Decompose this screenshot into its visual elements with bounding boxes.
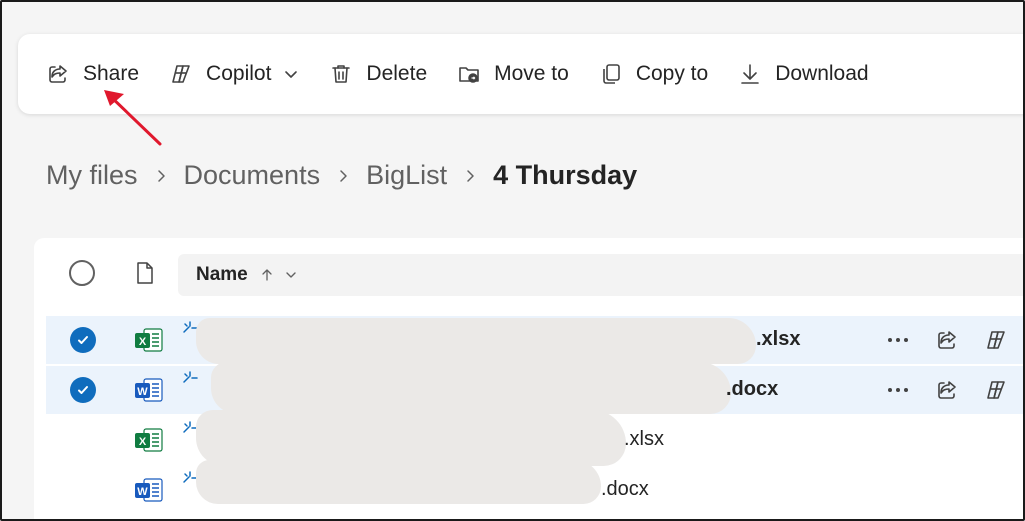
redacted-region (196, 460, 601, 504)
svg-text:W: W (137, 386, 148, 398)
excel-file-icon: X (134, 426, 164, 454)
row-actions (884, 326, 1023, 354)
folder-move-icon (457, 62, 481, 86)
share-icon[interactable] (933, 326, 961, 354)
share-icon (46, 62, 70, 86)
copilot-label: Copilot (206, 62, 272, 85)
row-checkbox[interactable] (70, 327, 96, 353)
chevron-right-icon (154, 169, 168, 183)
copilot-icon (169, 62, 193, 86)
checkmark-icon (78, 336, 88, 344)
redacted-region (196, 410, 626, 466)
list-header: Name (34, 238, 1023, 310)
row-actions (884, 376, 1023, 404)
redacted-region (196, 318, 756, 364)
copy-to-button[interactable]: Copy to (599, 54, 708, 94)
app-window: Share Copilot Delete Move to Copy to Dow… (0, 0, 1025, 521)
more-options-icon[interactable] (884, 326, 912, 354)
copilot-icon[interactable] (982, 376, 1010, 404)
download-label: Download (775, 62, 869, 85)
redacted-region (211, 362, 731, 414)
breadcrumb-documents[interactable]: Documents (184, 160, 321, 191)
download-button[interactable]: Download (738, 54, 869, 94)
sort-ascending-icon (260, 268, 274, 282)
move-to-label: Move to (494, 62, 569, 85)
checkmark-icon (78, 386, 88, 394)
trash-icon (329, 62, 353, 86)
list-item[interactable]: W .docx (46, 460, 1023, 514)
copilot-button[interactable]: Copilot (169, 54, 299, 94)
name-column-header[interactable]: Name (178, 254, 1023, 296)
file-name[interactable]: .xlsx (624, 428, 664, 451)
copy-icon (599, 62, 623, 86)
breadcrumb-current-folder: 4 Thursday (493, 160, 638, 190)
more-options-icon[interactable] (884, 376, 912, 404)
file-list: Name X .xlsx W .docx X .xlsx W .docx (34, 238, 1023, 519)
svg-text:X: X (139, 336, 147, 348)
list-item[interactable]: X .xlsx (46, 410, 1023, 466)
share-icon[interactable] (933, 376, 961, 404)
file-name[interactable]: .docx (601, 478, 649, 501)
breadcrumb: My files Documents BigList 4 Thursday (46, 160, 637, 191)
name-column-label: Name (196, 264, 248, 285)
share-label: Share (83, 62, 140, 85)
delete-label: Delete (366, 62, 428, 85)
word-file-icon: W (134, 376, 164, 404)
chevron-down-icon (283, 66, 299, 82)
list-item[interactable]: W .docx (46, 362, 1023, 414)
file-name[interactable]: .xlsx (756, 328, 800, 351)
command-bar: Share Copilot Delete Move to Copy to Dow… (18, 34, 1023, 114)
new-file-sparkle-icon (182, 370, 198, 386)
chevron-down-icon (284, 268, 298, 282)
file-name[interactable]: .docx (726, 378, 778, 401)
svg-text:W: W (137, 486, 148, 498)
delete-button[interactable]: Delete (329, 54, 427, 94)
row-checkbox[interactable] (70, 377, 96, 403)
download-icon (738, 62, 762, 86)
excel-file-icon: X (134, 326, 164, 354)
svg-text:X: X (139, 436, 147, 448)
select-all-checkbox[interactable] (69, 260, 95, 286)
copilot-icon[interactable] (982, 326, 1010, 354)
copy-to-label: Copy to (635, 62, 709, 85)
breadcrumb-biglist[interactable]: BigList (366, 160, 447, 191)
chevron-right-icon (463, 169, 477, 183)
chevron-right-icon (336, 169, 350, 183)
breadcrumb-my-files[interactable]: My files (46, 160, 138, 191)
move-to-button[interactable]: Move to (457, 54, 569, 94)
list-item[interactable]: X .xlsx (46, 316, 1023, 364)
word-file-icon: W (134, 476, 164, 504)
file-type-icon[interactable] (135, 261, 155, 285)
annotation-arrow (104, 90, 162, 146)
